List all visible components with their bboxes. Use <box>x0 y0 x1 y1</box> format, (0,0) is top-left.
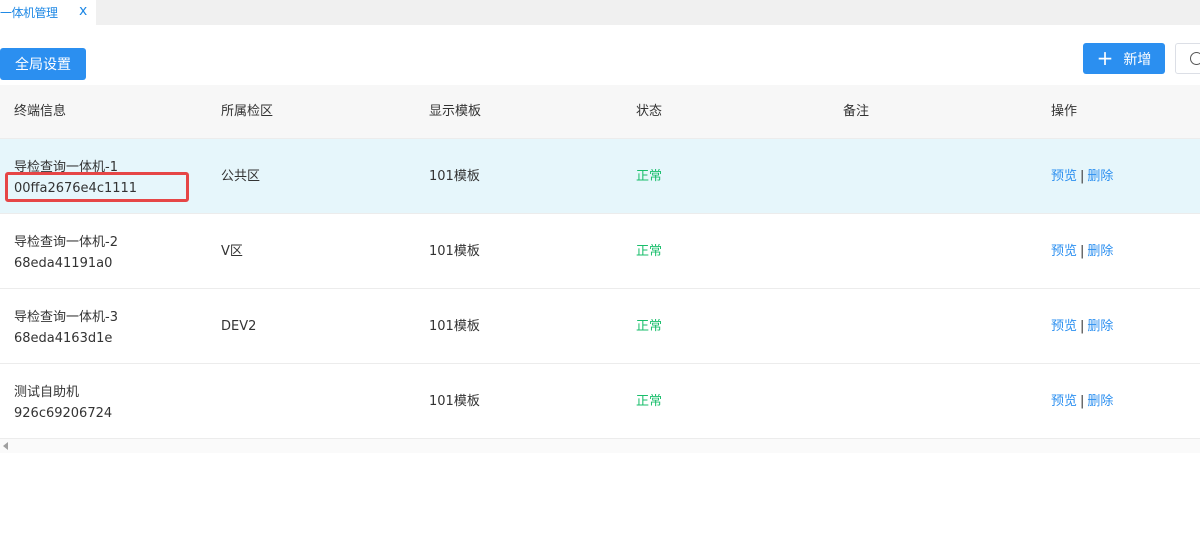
terminal-info: 导检查询一体机-2 68eda41191a0 <box>14 232 118 274</box>
col-terminal-info: 终端信息 <box>14 104 67 119</box>
tab-kiosk-management[interactable]: 一体机管理 x <box>0 0 96 25</box>
global-settings-button[interactable]: 全局设置 <box>0 48 86 80</box>
preview-link[interactable]: 预览 <box>1051 319 1077 334</box>
terminal-id: 68eda41191a0 <box>14 256 113 271</box>
actions-cell: 预览 | 删除 <box>1051 214 1113 289</box>
table-header: 终端信息 所属检区 显示模板 状态 备注 操作 <box>0 85 1200 139</box>
terminal-info: 测试自助机 926c69206724 <box>14 382 112 424</box>
delete-link[interactable]: 删除 <box>1087 394 1113 409</box>
preview-link[interactable]: 预览 <box>1051 169 1077 184</box>
terminal-name: 导检查询一体机-2 <box>14 235 118 250</box>
preview-link[interactable]: 预览 <box>1051 394 1077 409</box>
actions-cell: 预览 | 删除 <box>1051 364 1113 439</box>
action-separator: | <box>1080 169 1085 184</box>
terminal-name: 测试自助机 <box>14 385 80 400</box>
action-separator: | <box>1080 244 1085 259</box>
terminal-name: 导检查询一体机-3 <box>14 310 118 325</box>
col-status: 状态 <box>636 104 663 119</box>
scroll-left-icon[interactable] <box>3 442 8 450</box>
delete-link[interactable]: 删除 <box>1087 244 1113 259</box>
terminal-table: 终端信息 所属检区 显示模板 状态 备注 操作 导检查询一体机-1 00ffa2… <box>0 85 1200 439</box>
terminal-name: 导检查询一体机-1 <box>14 160 118 175</box>
plus-icon: + <box>1096 45 1114 70</box>
status-cell: 正常 <box>636 394 663 409</box>
preview-link[interactable]: 预览 <box>1051 244 1077 259</box>
table-row[interactable]: 测试自助机 926c69206724 101模板 正常 预览 | 删除 <box>0 364 1200 439</box>
col-template: 显示模板 <box>429 104 482 119</box>
terminal-id: 926c69206724 <box>14 406 113 421</box>
table-row[interactable]: 导检查询一体机-1 00ffa2676e4c1111 公共区 101模板 正常 … <box>0 139 1200 214</box>
template-cell: 101模板 <box>429 169 480 184</box>
action-separator: | <box>1080 319 1085 334</box>
refresh-icon <box>1190 52 1200 65</box>
action-separator: | <box>1080 394 1085 409</box>
area-cell: DEV2 <box>221 319 257 334</box>
col-actions: 操作 <box>1051 104 1078 119</box>
terminal-id: 68eda4163d1e <box>14 331 113 346</box>
tab-bar: 一体机管理 x <box>0 0 1200 25</box>
template-cell: 101模板 <box>429 394 480 409</box>
area-cell: V区 <box>221 244 243 259</box>
template-cell: 101模板 <box>429 319 480 334</box>
status-cell: 正常 <box>636 319 663 334</box>
table-row[interactable]: 导检查询一体机-2 68eda41191a0 V区 101模板 正常 预览 | 删除 <box>0 214 1200 289</box>
terminal-id: 00ffa2676e4c1111 <box>14 181 138 196</box>
add-button[interactable]: + 新增 <box>1083 43 1165 74</box>
horizontal-scrollbar[interactable] <box>0 439 1200 453</box>
close-icon[interactable]: x <box>79 3 87 19</box>
terminal-info: 导检查询一体机-1 00ffa2676e4c1111 <box>14 157 137 199</box>
area-cell: 公共区 <box>221 169 261 184</box>
status-cell: 正常 <box>636 169 663 184</box>
actions-cell: 预览 | 删除 <box>1051 289 1113 364</box>
table-row[interactable]: 导检查询一体机-3 68eda4163d1e DEV2 101模板 正常 预览 |… <box>0 289 1200 364</box>
actions-cell: 预览 | 删除 <box>1051 139 1113 214</box>
add-button-label: 新增 <box>1123 51 1152 68</box>
terminal-info: 导检查询一体机-3 68eda4163d1e <box>14 307 118 349</box>
delete-link[interactable]: 删除 <box>1087 169 1113 184</box>
col-area: 所属检区 <box>221 104 274 119</box>
col-note: 备注 <box>843 104 870 119</box>
tab-label: 一体机管理 <box>0 6 58 20</box>
template-cell: 101模板 <box>429 244 480 259</box>
refresh-button[interactable] <box>1175 43 1200 74</box>
delete-link[interactable]: 删除 <box>1087 319 1113 334</box>
status-cell: 正常 <box>636 244 663 259</box>
